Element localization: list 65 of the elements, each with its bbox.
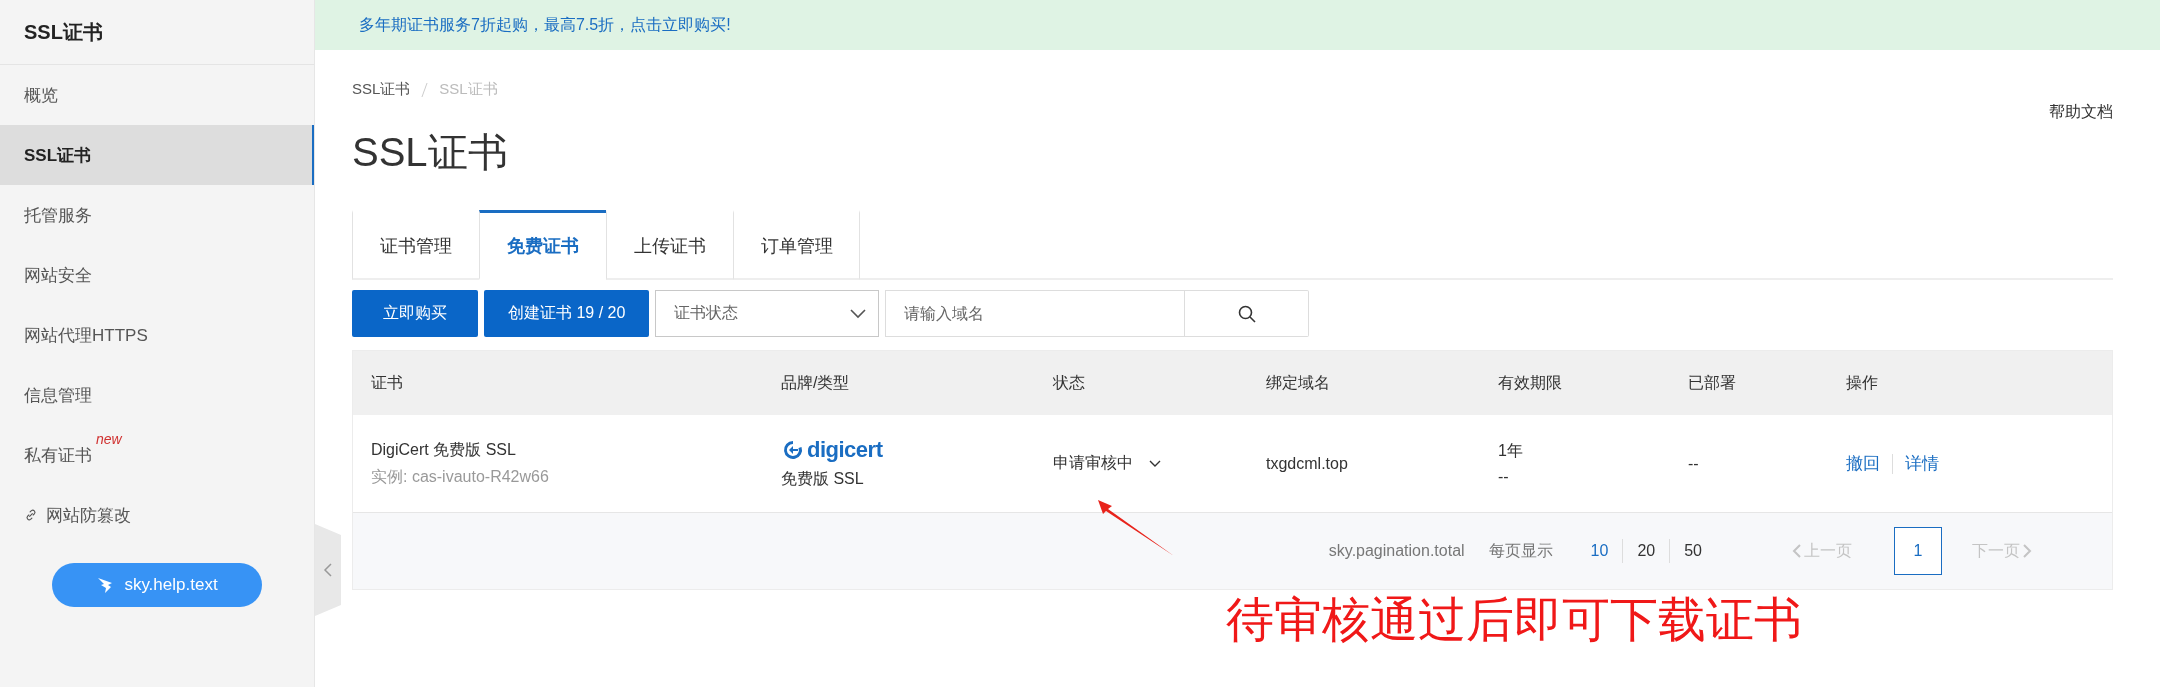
page-size-option[interactable]: 50 [1670, 542, 1716, 560]
sidebar-item[interactable]: 网站代理HTTPS [0, 305, 314, 365]
link-icon [24, 508, 38, 522]
sidebar-item[interactable]: 网站防篡改 [0, 485, 314, 545]
breadcrumb-item[interactable]: SSL证书 [352, 80, 411, 99]
action-link[interactable]: 详情 [1905, 452, 1939, 475]
page-size-option[interactable]: 10 [1576, 542, 1623, 560]
sidebar-item[interactable]: 托管服务 [0, 185, 314, 245]
table-cell: txgdcml.top [1266, 454, 1348, 472]
table-cell: -- [1688, 454, 1699, 472]
certificate-type: 免费版 SSL [781, 469, 865, 489]
search-icon [1236, 303, 1257, 324]
table-cell-text: 1年 [1498, 441, 1524, 461]
sidebar-title: SSL证书 [0, 0, 314, 65]
sidebar-item-label: 私有证书 [24, 444, 92, 467]
promo-banner[interactable]: 多年期证书服务7折起购，最高7.5折，点击立即购买! [315, 0, 2160, 50]
sidebar-item[interactable]: 概览 [0, 65, 314, 125]
sidebar-item-label: 网站防篡改 [46, 504, 131, 527]
sidebar-item-label: 信息管理 [24, 384, 92, 407]
table-cell-text: -- [1498, 468, 1510, 486]
sidebar-item[interactable]: 私有证书 new [0, 425, 314, 485]
chevron-left-icon [1792, 543, 1802, 559]
tab[interactable]: 订单管理 [733, 210, 860, 280]
new-label: new [96, 431, 122, 447]
column-header: 有效期限 [1498, 373, 1562, 391]
digicert-logo: digicert [781, 437, 1035, 463]
page-title: SSL证书 [352, 129, 509, 176]
tab[interactable]: 证书管理 [352, 210, 479, 280]
sidebar-item[interactable]: SSL证书 [0, 125, 314, 185]
chevron-down-icon [1149, 459, 1161, 468]
column-header: 证书 [371, 373, 403, 391]
promo-text: 多年期证书服务7折起购，最高7.5折，点击立即购买! [359, 14, 731, 35]
annotation-text: 待审核通过后即可下载证书 [1226, 592, 1802, 648]
sidebar-item-label: 网站代理HTTPS [24, 324, 148, 347]
column-header: 品牌/类型 [781, 373, 850, 391]
column-header: 绑定域名 [1266, 373, 1330, 391]
column-header: 状态 [1053, 373, 1085, 391]
tab[interactable]: 免费证书 [479, 210, 606, 280]
sidebar-item-label: SSL证书 [24, 144, 92, 167]
breadcrumb-item: SSL证书 [439, 80, 498, 99]
create-certificate-button[interactable]: 创建证书 19 / 20 [484, 290, 650, 337]
status-dropdown[interactable]: 申请审核中 [1053, 453, 1161, 474]
chevron-right-icon [2022, 543, 2032, 559]
instance-id: 实例: cas-ivauto-R42w66 [371, 466, 550, 487]
status-select[interactable]: 证书状态 [655, 290, 880, 337]
chevron-left-icon [323, 562, 333, 578]
page-size-label: 每页显示 [1488, 540, 1553, 561]
chevron-down-icon [850, 308, 867, 319]
certificate-name: DigiCert 免费版 SSL [371, 439, 517, 460]
domain-search-field[interactable]: 请输入域名 [885, 290, 1186, 337]
sidebar-item-label: 托管服务 [24, 204, 92, 227]
search-button[interactable] [1185, 290, 1310, 337]
page-number-button[interactable]: 1 [1894, 527, 1942, 575]
tab[interactable]: 上传证书 [606, 210, 733, 280]
page-size-option[interactable]: 20 [1623, 542, 1670, 560]
sidebar-item-label: 网站安全 [24, 264, 92, 287]
column-header: 操作 [1846, 373, 1878, 391]
buy-now-button[interactable]: 立即购买 [352, 290, 478, 337]
sidebar-item-label: 概览 [24, 84, 58, 107]
sidebar-item[interactable]: 信息管理 [0, 365, 314, 425]
action-link[interactable]: 撤回 [1846, 452, 1880, 475]
help-docs-link[interactable]: 帮助文档 [2049, 102, 2113, 123]
pagination-total: sky.pagination.total [1328, 542, 1465, 560]
sidebar-item[interactable]: 网站安全 [0, 245, 314, 305]
column-header: 已部署 [1688, 373, 1736, 391]
